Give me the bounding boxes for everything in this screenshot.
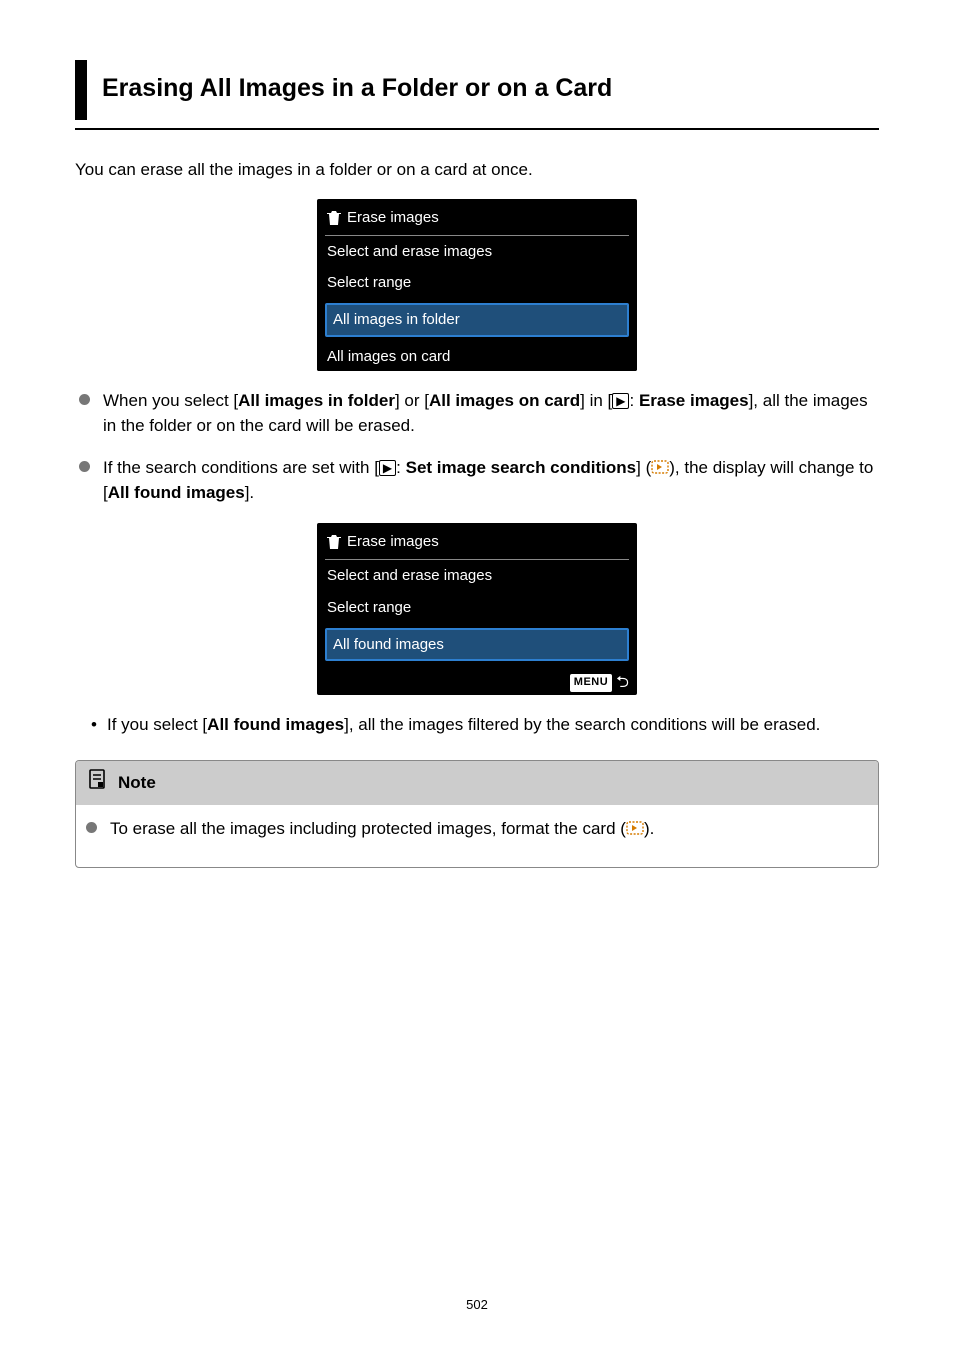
camera-dialog-found: Erase images Select and erase images Sel… bbox=[317, 523, 637, 695]
dialog-footer: MENU ⮌ bbox=[317, 665, 637, 695]
intro-text: You can erase all the images in a folder… bbox=[75, 158, 879, 183]
camera-dialog-folder: Erase images Select and erase images Sel… bbox=[317, 199, 637, 371]
dialog-item: Select and erase images bbox=[317, 560, 637, 592]
menu-badge: MENU bbox=[570, 674, 612, 692]
dialog-title-row: Erase images bbox=[317, 199, 637, 235]
heading-rule bbox=[75, 128, 879, 130]
body-bullet: When you select [All images in folder] o… bbox=[75, 389, 879, 438]
dialog-item-selected: All images in folder bbox=[325, 303, 629, 337]
page-title: Erasing All Images in a Folder or on a C… bbox=[102, 60, 879, 120]
link-icon[interactable] bbox=[626, 820, 644, 836]
dialog-item-selected: All found images bbox=[325, 628, 629, 662]
note-header: Note bbox=[76, 761, 878, 805]
dialog-item: All images on card bbox=[317, 341, 637, 371]
note-icon bbox=[88, 769, 106, 797]
body-bullet: If the search conditions are set with [▶… bbox=[75, 456, 879, 505]
trash-icon bbox=[327, 210, 341, 226]
dialog-item: Select range bbox=[317, 267, 637, 299]
note-bullet: To erase all the images including protec… bbox=[82, 817, 872, 842]
play-icon: ▶ bbox=[612, 393, 629, 409]
dialog-title: Erase images bbox=[347, 531, 439, 553]
play-icon: ▶ bbox=[379, 460, 396, 476]
dialog-title-row: Erase images bbox=[317, 523, 637, 559]
note-box: Note To erase all the images including p… bbox=[75, 760, 879, 868]
sub-bullet: If you select [All found images], all th… bbox=[93, 713, 879, 738]
page-number: 502 bbox=[0, 1296, 954, 1315]
back-icon: ⮌ bbox=[616, 671, 629, 694]
dialog-item: Select range bbox=[317, 592, 637, 624]
dialog-item: Select and erase images bbox=[317, 236, 637, 268]
note-title: Note bbox=[118, 771, 156, 796]
dialog-title: Erase images bbox=[347, 207, 439, 229]
trash-icon bbox=[327, 534, 341, 550]
link-icon[interactable] bbox=[651, 459, 669, 475]
